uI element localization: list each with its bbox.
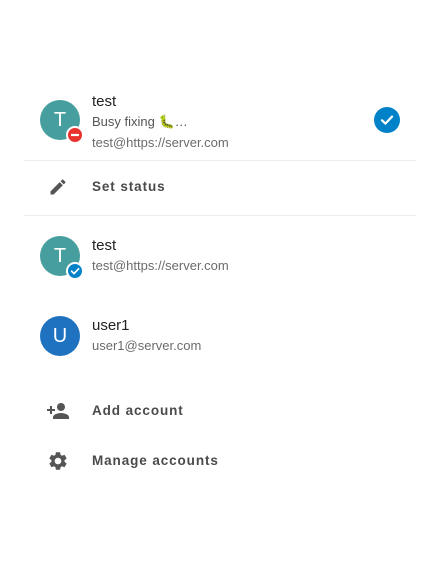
current-account-row[interactable]: T test Busy fixing 🐛… test@https://serve… <box>24 92 416 154</box>
add-account-button[interactable]: Add account <box>24 390 416 432</box>
add-account-label: Add account <box>92 403 184 418</box>
manage-accounts-label: Manage accounts <box>92 453 219 468</box>
account-text: test test@https://server.com <box>92 236 229 275</box>
avatar: T <box>40 236 84 280</box>
divider <box>24 215 416 216</box>
online-check-icon <box>66 262 84 280</box>
avatar: U <box>40 316 80 356</box>
account-display-name: test <box>92 93 117 110</box>
account-id: test@https://server.com <box>92 258 229 273</box>
avatar-letter: T <box>53 245 67 267</box>
account-id: test@https://server.com <box>92 135 229 150</box>
status-ellipsis: … <box>174 114 188 129</box>
do-not-disturb-icon <box>66 126 84 144</box>
status-message-text: Busy fixing <box>92 114 155 129</box>
account-id: user1@server.com <box>92 338 202 353</box>
checkmark-circle-icon <box>374 107 400 133</box>
account-chooser-sheet: T test Busy fixing 🐛… test@https://serve… <box>0 0 440 578</box>
set-status-button[interactable]: Set status <box>24 166 416 208</box>
account-text: user1 user1@server.com <box>92 316 201 355</box>
account-display-name: user1 <box>92 317 130 334</box>
person-add-icon <box>44 397 72 425</box>
avatar-letter: U <box>52 325 68 347</box>
account-item-test[interactable]: T test test@https://server.com <box>24 232 416 280</box>
manage-accounts-button[interactable]: Manage accounts <box>24 440 416 482</box>
avatar-letter: T <box>53 109 67 131</box>
status-emoji: 🐛 <box>158 114 175 129</box>
divider <box>24 160 416 161</box>
gear-icon <box>44 447 72 475</box>
account-item-user1[interactable]: U user1 user1@server.com <box>24 312 416 360</box>
status-message: Busy fixing 🐛… <box>92 113 229 131</box>
account-display-name: test <box>92 237 117 254</box>
avatar: T <box>40 100 84 144</box>
set-status-label: Set status <box>92 179 166 194</box>
pencil-icon <box>44 173 72 201</box>
current-account-text: test Busy fixing 🐛… test@https://server.… <box>92 92 229 152</box>
